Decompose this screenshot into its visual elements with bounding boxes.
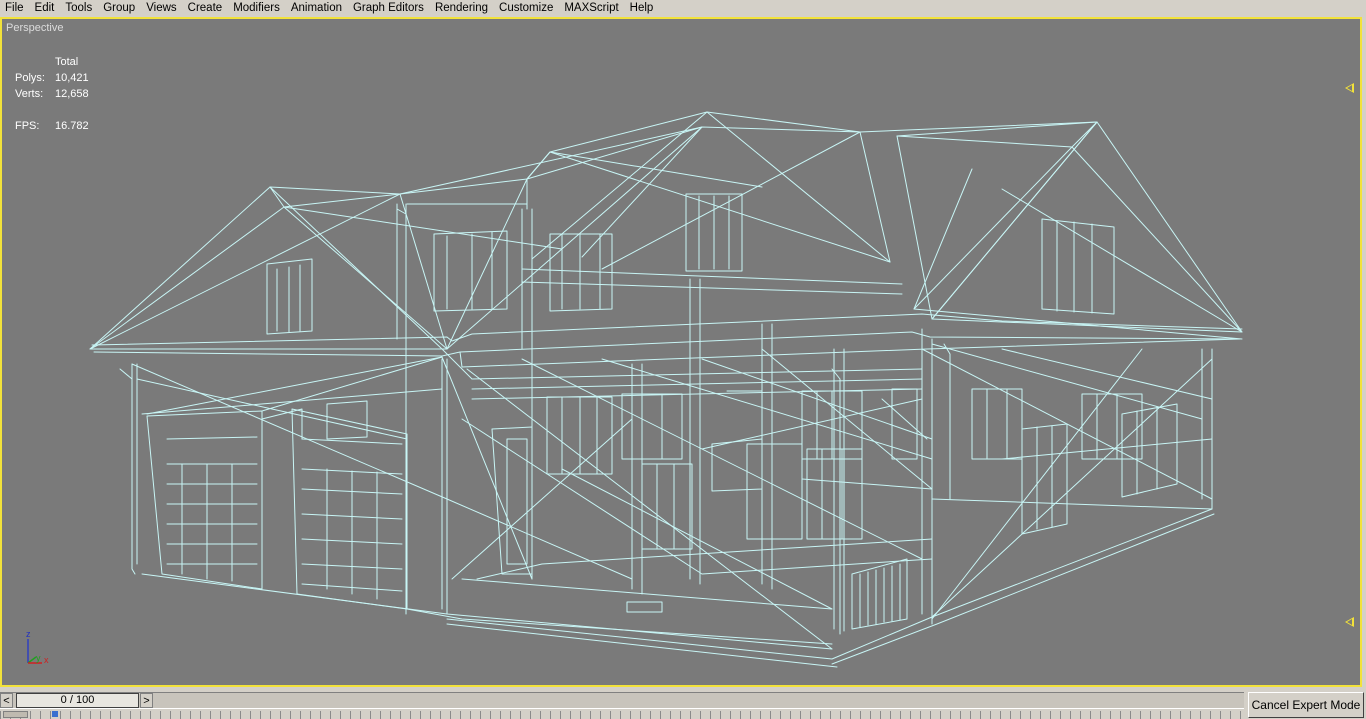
menu-file[interactable]: File xyxy=(0,0,30,17)
verts-value: 12,658 xyxy=(55,88,89,100)
stats-header: Total xyxy=(55,56,79,68)
menu-rendering[interactable]: Rendering xyxy=(430,0,494,17)
time-controls: < 0 / 100 > Cancel Expert Mode xyxy=(0,689,1366,719)
menu-customize[interactable]: Customize xyxy=(494,0,559,17)
menu-animation[interactable]: Animation xyxy=(286,0,348,17)
polys-value: 10,421 xyxy=(55,72,89,84)
menu-tools[interactable]: Tools xyxy=(60,0,98,17)
viewport-label[interactable]: Perspective xyxy=(6,22,63,34)
verts-label: Verts: xyxy=(15,88,44,100)
perspective-viewport[interactable]: Perspective Total Polys: 10,421 Verts: 1… xyxy=(0,17,1362,687)
stats-gap xyxy=(15,102,89,118)
keyframe-marker[interactable] xyxy=(52,711,58,717)
viewport-edge-marker-bottom xyxy=(1345,617,1354,627)
stats-spacer xyxy=(15,54,55,70)
menu-group[interactable]: Group xyxy=(98,0,141,17)
menu-bar: File Edit Tools Group Views Create Modif… xyxy=(0,0,1366,17)
viewport-edge-marker-top xyxy=(1345,83,1354,93)
cancel-expert-mode-button[interactable]: Cancel Expert Mode xyxy=(1248,692,1364,718)
menu-create[interactable]: Create xyxy=(183,0,229,17)
track-bar[interactable] xyxy=(0,711,1244,719)
axis-tripod-icon: z y x xyxy=(26,629,49,665)
time-slider-next-button[interactable]: > xyxy=(140,693,153,708)
right-panel-edge xyxy=(1362,17,1366,687)
time-slider-prev-button[interactable]: < xyxy=(0,693,13,708)
menu-graph-editors[interactable]: Graph Editors xyxy=(348,0,430,17)
menu-views[interactable]: Views xyxy=(141,0,182,17)
viewport-statistics: Total Polys: 10,421 Verts: 12,658 FPS: 1… xyxy=(15,54,89,134)
menu-edit[interactable]: Edit xyxy=(30,0,61,17)
time-slider-thumb[interactable]: 0 / 100 xyxy=(16,693,139,708)
house-wireframe-model[interactable] xyxy=(2,19,1360,685)
menu-modifiers[interactable]: Modifiers xyxy=(228,0,286,17)
axis-x-label: x xyxy=(44,655,49,665)
fps-value: 16.782 xyxy=(55,120,89,132)
menu-help[interactable]: Help xyxy=(625,0,660,17)
fps-label: FPS: xyxy=(15,120,40,132)
menu-maxscript[interactable]: MAXScript xyxy=(559,0,624,17)
axis-z-label: z xyxy=(26,629,31,639)
polys-label: Polys: xyxy=(15,72,45,84)
time-slider[interactable]: < 0 / 100 > xyxy=(0,692,1244,709)
track-bar-filter-button[interactable] xyxy=(3,711,28,718)
axis-y-label: y xyxy=(36,653,41,663)
